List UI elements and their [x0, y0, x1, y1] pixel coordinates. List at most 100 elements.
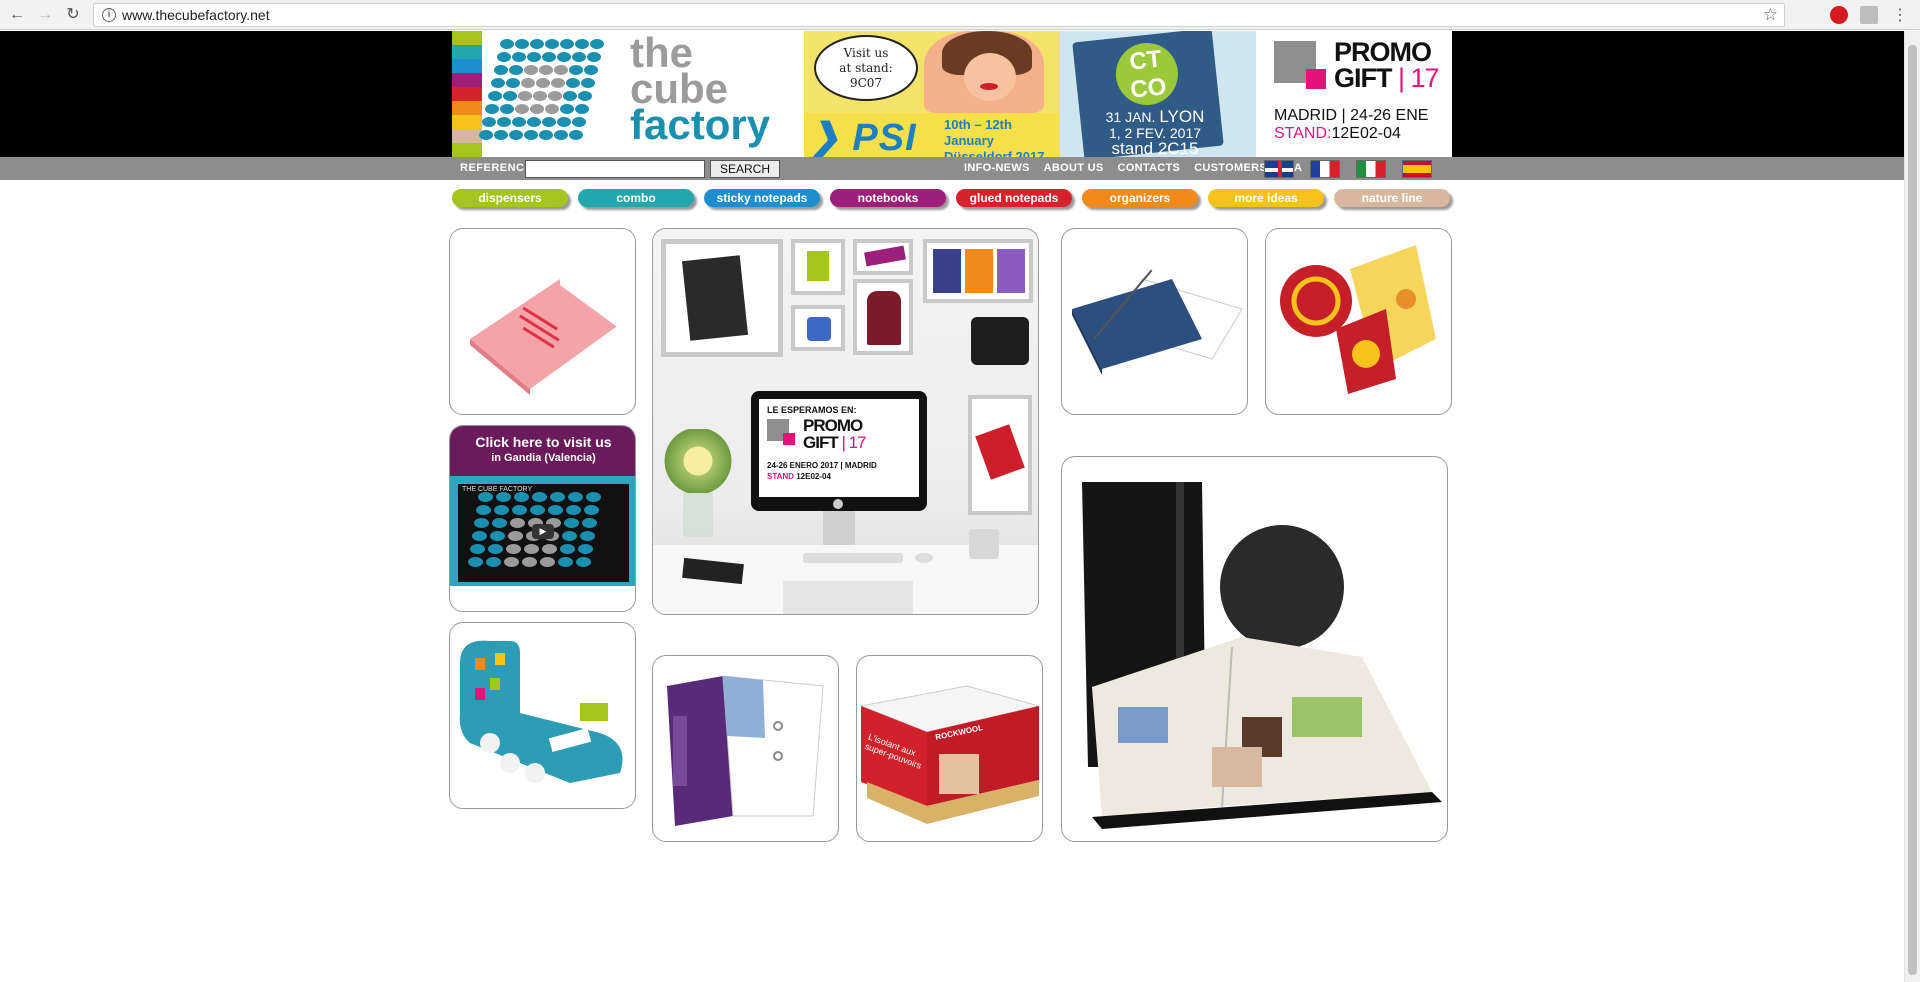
promogift-date: MADRID | 24-26 ENE — [1274, 107, 1429, 124]
promogift-showroom-tile[interactable]: LE ESPERAMOS EN: PROMO GIFT | 17 24-26 E… — [652, 228, 1039, 615]
category-glued-notepads[interactable]: glued notepads — [956, 189, 1072, 207]
psi-banner[interactable]: Visit us at stand: 9C07 ❯ PSI 10th – 12t… — [804, 31, 1060, 157]
logo-dot — [578, 544, 593, 554]
logo-dot — [554, 65, 568, 75]
bookmark-star-icon[interactable]: ☆ — [1763, 5, 1778, 25]
product-tile-ring-binder[interactable] — [652, 655, 839, 842]
product-tile-pink-notebook[interactable] — [449, 228, 636, 415]
flag-it-icon[interactable] — [1356, 160, 1386, 178]
logo-dot — [485, 104, 499, 114]
product-tile-blue-notebook[interactable] — [1061, 228, 1248, 415]
logo-dot — [582, 518, 597, 528]
gift-notebook-image — [1280, 245, 1436, 394]
screen-line-1: LE ESPERAMOS EN: — [767, 405, 857, 415]
vase-icon — [683, 489, 713, 537]
logo-dot — [472, 531, 487, 541]
page-scrollbar[interactable] — [1904, 31, 1920, 982]
screen-stand-value: 12E02-04 — [796, 472, 831, 481]
logo-dot — [572, 52, 586, 62]
scrollbar-thumb[interactable] — [1908, 45, 1917, 975]
logo-dot — [514, 492, 529, 502]
category-dispensers[interactable]: dispensers — [452, 189, 568, 207]
back-icon[interactable]: ← — [6, 4, 28, 26]
logo-dot — [497, 52, 511, 62]
logo-dot — [580, 531, 595, 541]
logo-dot — [569, 130, 583, 140]
product-tile-black-notebook[interactable] — [1061, 456, 1448, 842]
search-button[interactable]: SEARCH — [710, 160, 780, 178]
visit-us-tile[interactable]: Click here to visit us in Gandia (Valenc… — [449, 425, 636, 612]
category-nature-line[interactable]: nature line — [1334, 189, 1450, 207]
logo-dot — [494, 505, 509, 515]
logo-dot — [488, 91, 502, 101]
logo-dot — [479, 130, 493, 140]
category-organizers[interactable]: organizers — [1082, 189, 1198, 207]
logo-dot — [586, 492, 601, 502]
ctco-info: 31 JAN. LYON 1, 2 FEV. 2017 stand 2C15 — [1080, 108, 1230, 157]
link-about-us[interactable]: ABOUT US — [1044, 162, 1104, 174]
logo-dot — [512, 52, 526, 62]
black-notebook-image — [1082, 482, 1442, 829]
ring-binder-image — [667, 675, 824, 826]
logo-dot — [560, 39, 574, 49]
top-links: INFO-NEWS ABOUT US CONTACTS CUSTOMERS AR… — [964, 162, 1302, 174]
browser-menu-icon[interactable]: ⋮ — [1892, 5, 1908, 25]
logo-dot — [568, 492, 583, 502]
link-contacts[interactable]: CONTACTS — [1117, 162, 1180, 174]
keyboard-icon — [803, 553, 903, 563]
logo-dot — [500, 104, 514, 114]
screen-promo: PROMO — [803, 416, 863, 435]
flag-fr-icon[interactable] — [1310, 160, 1340, 178]
video-player[interactable]: THE CUBE FACTORY ▶ — [450, 476, 635, 586]
logo-dot — [562, 531, 577, 541]
logo-dot — [468, 557, 483, 567]
logo-dot — [527, 52, 541, 62]
logo-dot — [497, 117, 511, 127]
product-tile-gift-notebook[interactable] — [1265, 228, 1452, 415]
logo-dot — [557, 117, 571, 127]
link-info-news[interactable]: INFO-NEWS — [964, 162, 1030, 174]
psi-logo: ❯ PSI — [808, 117, 917, 157]
category-combo[interactable]: combo — [578, 189, 694, 207]
flag-uk-icon[interactable] — [1264, 160, 1294, 178]
bubble-line-1: Visit us — [843, 46, 889, 60]
logo-dot — [584, 65, 598, 75]
logo-dot — [545, 104, 559, 114]
opera-extension-icon[interactable] — [1830, 6, 1848, 24]
logo-dot — [548, 91, 562, 101]
logo-dot — [486, 557, 501, 567]
play-icon[interactable]: ▶ — [532, 524, 554, 539]
logo-dot — [557, 52, 571, 62]
product-tile-dispenser[interactable] — [449, 622, 636, 809]
ctco-stand: stand 2C15 — [1111, 139, 1199, 157]
category-sticky-notepads[interactable]: sticky notepads — [704, 189, 820, 207]
category-more-ideas[interactable]: more ideas — [1208, 189, 1324, 207]
screen-year: | 17 — [841, 433, 866, 452]
logo-dot — [474, 518, 489, 528]
promogift-banner[interactable]: PROMO GIFT | 17 MADRID | 24-26 ENE STAND… — [1256, 31, 1452, 157]
category-notebooks[interactable]: notebooks — [830, 189, 946, 207]
logo-dot — [503, 91, 517, 101]
forward-icon[interactable]: → — [34, 4, 56, 26]
product-tile-rockwool-cube[interactable]: ROCKWOOL L'isolant aux super-pouvoirs — [856, 655, 1043, 842]
monitor-screen: LE ESPERAMOS EN: PROMO GIFT | 17 24-26 E… — [759, 399, 919, 497]
logo-dot — [548, 505, 563, 515]
logo-dot — [533, 91, 547, 101]
blue-notebook-image — [1072, 269, 1243, 375]
logo-dot — [491, 78, 505, 88]
header-banners: the cube factory Visit us at stand: 9C07… — [452, 31, 1452, 157]
ctco-banner[interactable]: CT CO 31 JAN. LYON 1, 2 FEV. 2017 stand … — [1060, 31, 1256, 157]
flag-es-icon[interactable] — [1402, 160, 1432, 178]
logo-dot — [542, 544, 557, 554]
pdf-extension-icon[interactable] — [1860, 6, 1878, 24]
site-logo[interactable]: the cube factory — [452, 31, 804, 157]
promogift-stand-value: 12E02-04 — [1331, 125, 1401, 142]
info-icon[interactable]: i — [102, 8, 116, 22]
logo-dot — [494, 65, 508, 75]
address-bar[interactable]: i www.thecubefactory.net ☆ — [93, 3, 1785, 27]
logo-dot — [506, 78, 520, 88]
reload-icon[interactable]: ↻ — [62, 4, 84, 26]
logo-dot — [496, 492, 511, 502]
pink-notebook-image — [470, 279, 620, 395]
reference-input[interactable] — [525, 160, 705, 178]
